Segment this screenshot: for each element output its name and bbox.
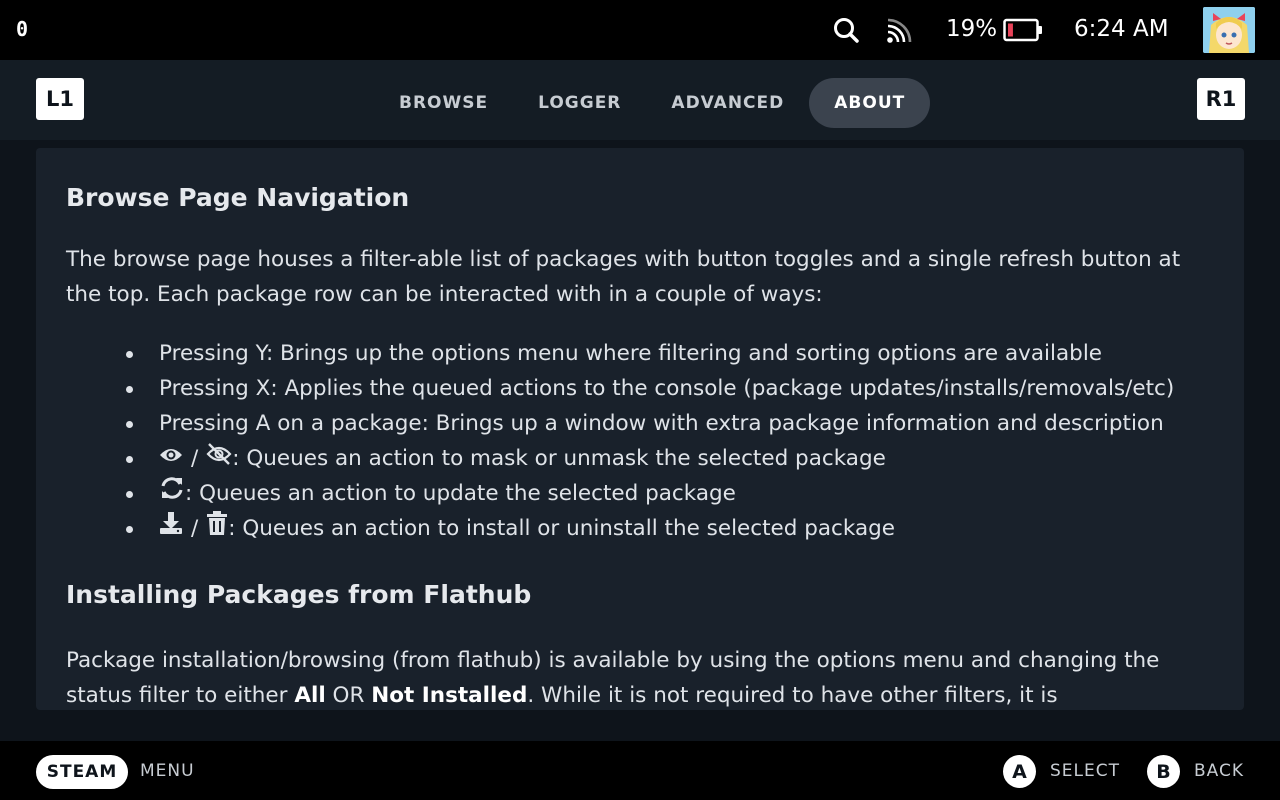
b-button-icon[interactable]: B — [1147, 755, 1180, 788]
battery-percent: 19% — [946, 16, 998, 42]
search-icon[interactable] — [832, 16, 860, 48]
navigation-list: Pressing Y: Brings up the options menu w… — [124, 336, 1174, 546]
browse-intro-paragraph: The browse page houses a filter-able lis… — [66, 247, 1181, 307]
tab-logger[interactable]: LOGGER — [513, 78, 646, 128]
trash-icon — [206, 511, 228, 546]
avatar[interactable] — [1203, 7, 1255, 53]
tab-about[interactable]: ABOUT — [809, 78, 931, 128]
list-item: : Queues an action to update the selecte… — [124, 476, 1174, 511]
list-item: Pressing A on a package: Brings up a win… — [124, 406, 1174, 441]
r1-button[interactable]: R1 — [1197, 78, 1245, 120]
refresh-icon — [159, 475, 185, 512]
list-item: Pressing X: Applies the queued actions t… — [124, 371, 1174, 406]
tab-header: L1 BROWSE LOGGER ADVANCED ABOUT R1 — [0, 60, 1280, 140]
back-label: BACK — [1194, 761, 1245, 781]
tab-browse[interactable]: BROWSE — [374, 78, 513, 128]
status-bar: 0 19% 6:24 AM — [0, 0, 1280, 60]
list-item: / : Queues an action to mask or unmask t… — [124, 441, 1174, 476]
l1-button[interactable]: L1 — [36, 78, 84, 120]
battery-icon — [1003, 18, 1043, 46]
clock: 6:24 AM — [1074, 16, 1169, 42]
about-panel[interactable]: Browse Page Navigation The browse page h… — [36, 148, 1244, 710]
list-item: / : Queues an action to install or unins… — [124, 511, 1174, 546]
download-icon — [159, 511, 183, 546]
wifi-icon — [886, 18, 912, 48]
separator: / — [191, 516, 199, 541]
bottom-bar: STEAM MENU A SELECT B BACK — [0, 741, 1280, 800]
select-label: SELECT — [1050, 761, 1120, 781]
eye-slash-icon — [206, 441, 232, 476]
eye-icon — [159, 441, 183, 476]
a-button-icon[interactable]: A — [1003, 755, 1036, 788]
tab-bar: BROWSE LOGGER ADVANCED ABOUT — [374, 78, 931, 128]
section-title-flathub: Installing Packages from Flathub — [66, 580, 532, 609]
steam-button[interactable]: STEAM — [36, 755, 128, 789]
tab-advanced[interactable]: ADVANCED — [646, 78, 809, 128]
menu-label: MENU — [140, 761, 195, 781]
list-item: Pressing Y: Brings up the options menu w… — [124, 336, 1174, 371]
status-indicator: 0 — [16, 17, 29, 41]
flathub-paragraph: Package installation/browsing (from flat… — [66, 648, 1160, 708]
separator: / — [191, 446, 199, 471]
section-title-browse: Browse Page Navigation — [66, 183, 410, 212]
